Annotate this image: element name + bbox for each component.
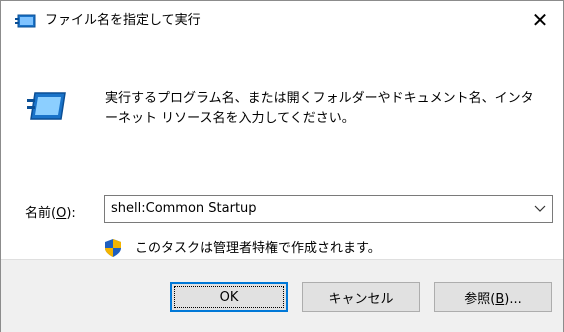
window-title: ファイル名を指定して実行 bbox=[45, 13, 201, 28]
close-button[interactable]: ✕ bbox=[517, 1, 563, 39]
chevron-down-icon bbox=[534, 205, 546, 212]
run-icon bbox=[27, 92, 66, 120]
close-icon: ✕ bbox=[531, 8, 549, 32]
open-combobox[interactable]: shell:Common Startup bbox=[104, 195, 553, 223]
dialog-content: 実行するプログラム名、または開くフォルダーやドキュメント名、インターネット リソ… bbox=[1, 39, 563, 259]
open-label: 名前(O): bbox=[25, 206, 76, 221]
admin-privilege-note: このタスクは管理者特権で作成されます。 bbox=[135, 241, 381, 256]
browse-button[interactable]: 参照(B)... bbox=[434, 282, 552, 312]
focus-rectangle bbox=[174, 286, 284, 308]
run-dialog: ファイル名を指定して実行 ✕ 実行するプログラム名、または開くフォルダーやドキュ… bbox=[0, 0, 564, 332]
dropdown-button[interactable] bbox=[528, 196, 552, 222]
dialog-description: 実行するプログラム名、または開くフォルダーやドキュメント名、インターネット リソ… bbox=[105, 91, 534, 126]
cancel-button[interactable]: キャンセル bbox=[302, 282, 420, 312]
open-input[interactable]: shell:Common Startup bbox=[111, 200, 257, 218]
ok-button[interactable]: OK bbox=[170, 282, 288, 312]
uac-shield-icon bbox=[105, 239, 121, 257]
title-bar[interactable]: ファイル名を指定して実行 ✕ bbox=[1, 1, 563, 39]
run-icon bbox=[15, 14, 36, 28]
button-bar: OK キャンセル 参照(B)... bbox=[1, 259, 563, 332]
